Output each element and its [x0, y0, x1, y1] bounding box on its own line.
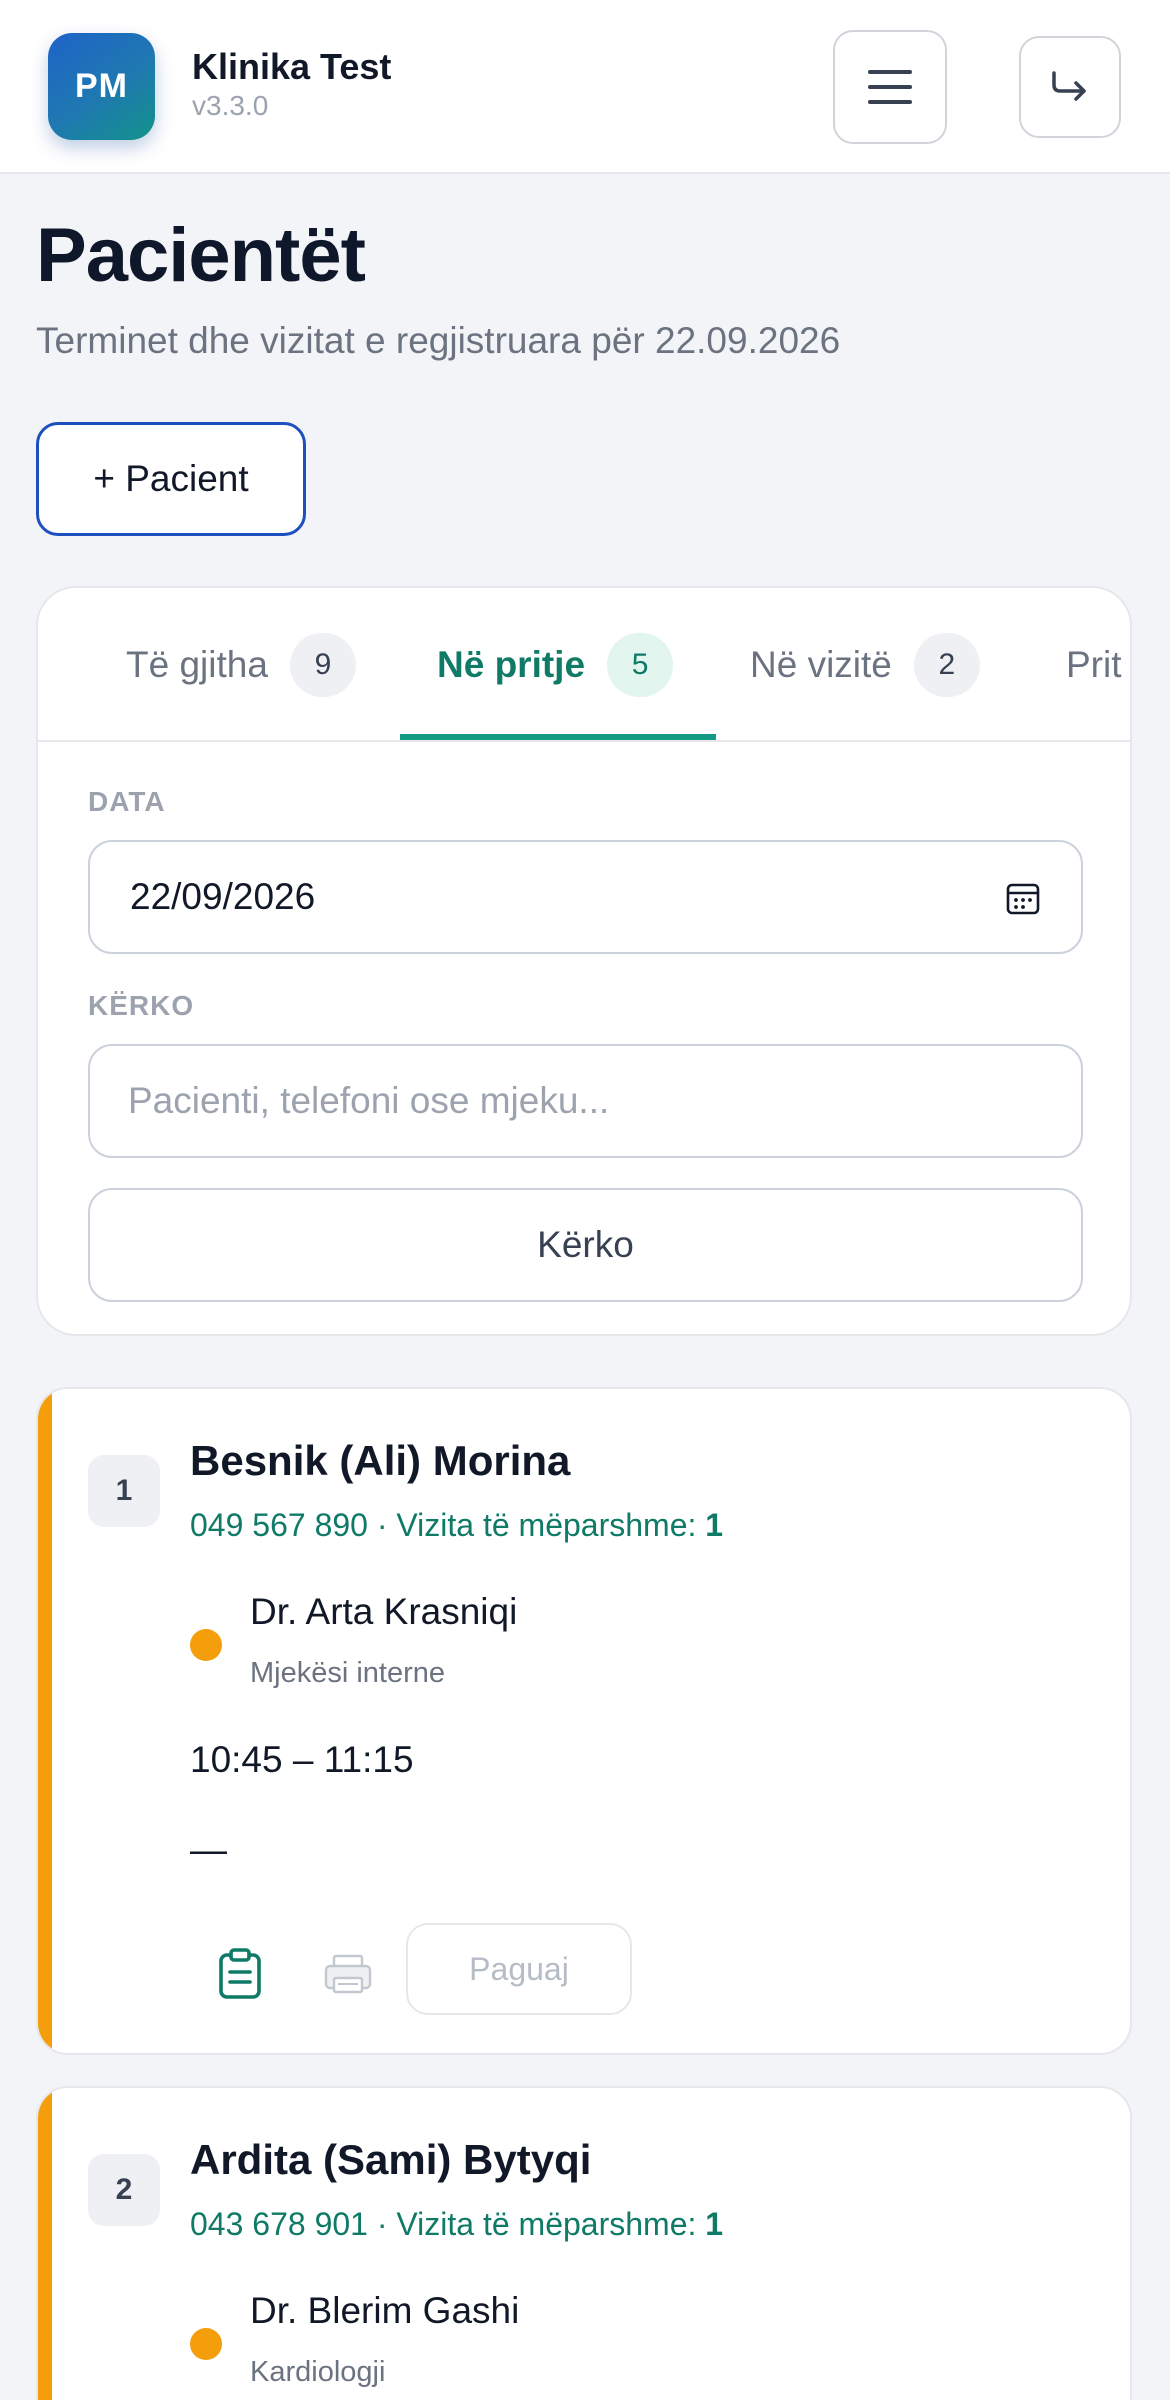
tab-label: Në vizitë [750, 644, 892, 685]
patient-card[interactable]: 2 Ardita (Sami) Bytyqi 043 678 901 · Viz… [36, 2086, 1132, 2400]
tab-label: Në pritje [437, 644, 586, 685]
previous-visits-label: · Vizita të mëparshme: [367, 1507, 706, 1543]
tab-label: Prit [1066, 644, 1122, 685]
app-version: v3.3.0 [192, 90, 269, 121]
status-tabs: Të gjitha 9 Në pritje 5 Në vizitë 2 Prit [38, 588, 1130, 742]
doctor-specialty: Kardiologji [250, 2356, 386, 2388]
print-button[interactable] [318, 1944, 378, 2004]
tab-next[interactable]: Prit [1066, 588, 1122, 742]
pay-button[interactable]: Paguaj [406, 1923, 632, 2015]
previous-visits-count: 1 [705, 2206, 724, 2242]
app-logo: PM [48, 33, 155, 140]
patient-name[interactable]: Ardita (Sami) Bytyqi [190, 2136, 591, 2184]
search-input[interactable] [88, 1044, 1083, 1158]
calendar-icon[interactable] [1005, 880, 1041, 916]
clipboard-button[interactable] [210, 1944, 270, 2004]
patient-card[interactable]: 1 Besnik (Ali) Morina 049 567 890 · Vizi… [36, 1387, 1132, 2055]
date-label: DATA [88, 786, 166, 817]
filter-card: Të gjitha 9 Në pritje 5 Në vizitë 2 Prit… [36, 586, 1132, 1336]
tab-count-badge: 5 [607, 633, 674, 697]
previous-visits-count: 1 [705, 1507, 724, 1543]
tab-all[interactable]: Të gjitha 9 [126, 588, 356, 742]
hamburger-icon [868, 70, 912, 104]
queue-number: 2 [88, 2154, 160, 2226]
printer-icon [324, 1954, 372, 1994]
clipboard-icon [219, 1948, 261, 1999]
search-label: KËRKO [88, 990, 195, 1021]
doctor-specialty: Mjekësi interne [250, 1657, 446, 1689]
tab-count-badge: 9 [289, 633, 356, 697]
page-title: Pacientët [36, 213, 366, 298]
patient-meta: 043 678 901 · Vizita të mëparshme: 1 [190, 2206, 723, 2243]
appointment-note: — [190, 1829, 227, 1870]
doctor-name: Dr. Blerim Gashi [250, 2290, 520, 2331]
menu-button[interactable] [833, 30, 947, 144]
active-tab-indicator [400, 734, 716, 740]
status-dot [190, 1629, 222, 1661]
app-header: PM Klinika Test v3.3.0 [0, 0, 1170, 174]
previous-visits-label: · Vizita të mëparshme: [367, 2206, 706, 2242]
status-dot [190, 2328, 222, 2360]
appointment-time: 10:45 – 11:15 [190, 1739, 414, 1780]
status-accent-bar [38, 2088, 52, 2400]
tab-count-badge: 2 [913, 633, 980, 697]
queue-number: 1 [88, 1455, 160, 1527]
patient-phone: 043 678 901 [190, 2206, 368, 2242]
app-name: Klinika Test [192, 46, 392, 87]
doctor-name: Dr. Arta Krasniqi [250, 1591, 518, 1632]
date-field[interactable]: 22/09/2026 [88, 840, 1083, 954]
tab-in-visit[interactable]: Në vizitë 2 [750, 588, 980, 742]
search-button[interactable]: Kërko [88, 1188, 1083, 1302]
patient-phone: 049 567 890 [190, 1507, 368, 1543]
tab-waiting[interactable]: Në pritje 5 [437, 588, 674, 742]
status-accent-bar [38, 1389, 52, 2053]
add-patient-button[interactable]: + Pacient [36, 422, 306, 536]
date-value: 22/09/2026 [130, 876, 316, 917]
patient-name[interactable]: Besnik (Ali) Morina [190, 1437, 570, 1485]
page-subtitle: Terminet dhe vizitat e regjistruara për … [36, 320, 841, 361]
tab-label: Të gjitha [126, 644, 268, 685]
patient-meta: 049 567 890 · Vizita të mëparshme: 1 [190, 1507, 723, 1544]
logout-arrow-icon [1052, 71, 1086, 101]
logout-button[interactable] [1019, 36, 1121, 138]
